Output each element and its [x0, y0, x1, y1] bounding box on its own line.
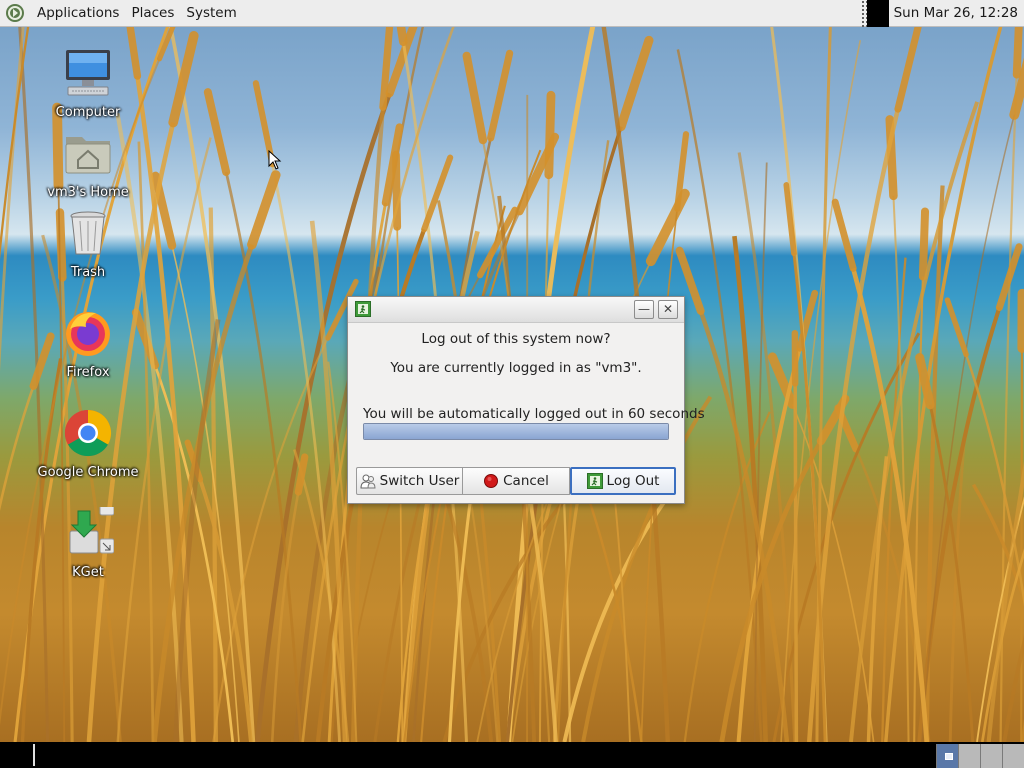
desktop-icon-label: vm3's Home — [47, 185, 129, 200]
grass-blade — [999, 74, 1018, 742]
grass-seed-head — [247, 170, 281, 250]
workspace-4[interactable] — [1002, 744, 1024, 768]
desktop-icon-firefox[interactable]: Firefox — [33, 307, 143, 380]
desktop-icon-chrome[interactable]: Google Chrome — [33, 407, 143, 480]
desktop-icon-computer[interactable]: Computer — [33, 47, 143, 120]
bottom-panel — [0, 742, 1024, 768]
workspace-switcher[interactable] — [936, 744, 1024, 768]
workspace-1[interactable] — [936, 744, 958, 768]
grass-seed-head — [783, 182, 797, 257]
home-folder-icon — [65, 137, 111, 174]
cancel-label: Cancel — [503, 473, 549, 489]
grass-seed-head — [918, 207, 930, 281]
applications-menu[interactable]: Applications — [31, 0, 125, 27]
dialog-button-row: Switch User Cancel Log Out — [356, 467, 676, 495]
log-out-label: Log Out — [606, 473, 660, 489]
grass-blade — [1020, 348, 1023, 742]
desktop-icon-label: Trash — [70, 265, 106, 280]
progress-fill — [364, 424, 668, 439]
desktop-icon-trash[interactable]: Trash — [33, 207, 143, 280]
grass-blade — [791, 403, 875, 742]
trash-icon — [70, 211, 106, 255]
places-menu[interactable]: Places — [125, 0, 180, 27]
close-button[interactable]: ✕ — [658, 300, 678, 319]
grass-seed-head — [462, 51, 488, 145]
top-panel: Applications Places System Sun Mar 26, 1… — [0, 0, 1024, 27]
dialog-titlebar[interactable]: — ✕ — [348, 297, 684, 323]
chrome-icon — [64, 409, 112, 457]
cancel-button[interactable]: Cancel — [463, 467, 570, 495]
grass-seed-head — [1012, 27, 1023, 79]
logout-countdown-progress — [363, 423, 669, 440]
switch-user-button[interactable]: Switch User — [356, 467, 463, 495]
mouse-cursor-icon — [268, 150, 282, 170]
grass-seed-head — [544, 90, 556, 180]
desktop-icon-home[interactable]: vm3's Home — [33, 127, 143, 200]
system-menu[interactable]: System — [180, 0, 242, 27]
switch-user-label: Switch User — [379, 473, 460, 489]
exit-icon — [355, 301, 371, 317]
logout-dialog: — ✕ Log out of this system now? You are … — [347, 296, 705, 504]
show-desktop-handle[interactable] — [33, 744, 35, 766]
minimize-button[interactable]: — — [634, 300, 654, 319]
log-out-button[interactable]: Log Out — [570, 467, 676, 495]
kget-icon — [69, 500, 115, 554]
dialog-user-message: You are currently logged in as "vm3". — [390, 360, 642, 376]
grass-blade — [0, 385, 35, 512]
grass-seed-head — [203, 88, 231, 176]
grass-seed-head — [616, 35, 654, 132]
grass-seed-head — [944, 297, 969, 358]
grass-seed-head — [831, 198, 857, 272]
grass-blade — [815, 27, 832, 742]
firefox-icon — [66, 312, 110, 356]
users-icon — [360, 474, 376, 489]
desktop-icon-label: Google Chrome — [37, 465, 139, 480]
grass-blade — [948, 437, 966, 742]
workspace-2[interactable] — [958, 744, 980, 768]
desktop-icon-kget[interactable]: KGet — [33, 500, 143, 580]
clock[interactable]: Sun Mar 26, 12:28 — [889, 0, 1024, 27]
exit-icon — [586, 473, 603, 489]
grass-seed-head — [894, 27, 922, 113]
panel-applet[interactable] — [866, 0, 889, 27]
grass-blade — [884, 27, 1003, 742]
grass-blade — [793, 383, 799, 742]
desktop-icon-label: Computer — [55, 105, 121, 120]
grass-seed-head — [421, 154, 454, 233]
dialog-timer-message: You will be automatically logged out in … — [363, 406, 705, 422]
desktop-icon-label: KGet — [72, 565, 104, 580]
stop-icon — [484, 474, 499, 488]
distro-logo-icon[interactable] — [5, 3, 25, 23]
grass-seed-head — [487, 49, 514, 142]
dialog-question: Log out of this system now? — [421, 331, 611, 347]
workspace-3[interactable] — [980, 744, 1002, 768]
computer-icon — [66, 50, 110, 96]
desktop-icon-label: Firefox — [66, 365, 110, 380]
